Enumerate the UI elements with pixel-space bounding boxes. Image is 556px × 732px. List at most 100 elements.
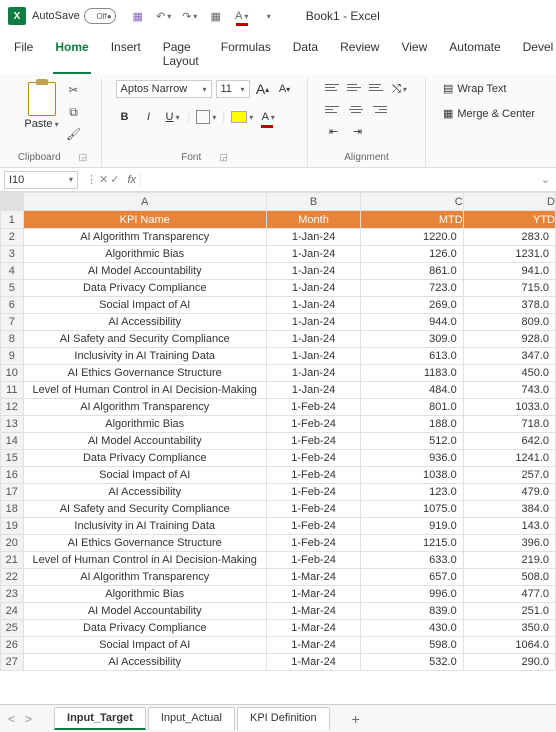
cell[interactable]: 1033.0 [463,399,555,416]
cell[interactable]: 309.0 [361,331,464,348]
cell[interactable]: AI Model Accountability [23,603,266,620]
row-header-24[interactable]: 24 [1,603,24,620]
cell[interactable]: 283.0 [463,229,555,246]
row-header-20[interactable]: 20 [1,535,24,552]
save-icon[interactable]: ▦ [130,8,146,24]
col-header-A[interactable]: A [23,193,266,211]
cell[interactable]: 715.0 [463,280,555,297]
row-header-3[interactable]: 3 [1,246,24,263]
row-header-6[interactable]: 6 [1,297,24,314]
menu-tab-review[interactable]: Review [338,36,381,74]
font-color-button[interactable]: A▾ [259,108,277,126]
cell[interactable]: 1-Mar-24 [266,637,360,654]
cell[interactable]: Algorithmic Bias [23,586,266,603]
grid-icon[interactable]: ▦ [208,8,224,24]
cell[interactable]: AI Accessibility [23,314,266,331]
format-painter-icon[interactable]: 🖌 [65,126,83,142]
clipboard-dialog-icon[interactable]: ◲ [79,152,88,163]
formula-expand-icon[interactable]: ⌄ [535,173,556,186]
row-header-13[interactable]: 13 [1,416,24,433]
row-header-8[interactable]: 8 [1,331,24,348]
cell[interactable]: 484.0 [361,382,464,399]
header-cell[interactable]: MTD [361,211,464,229]
cell[interactable]: 123.0 [361,484,464,501]
sheet-tab-kpi-definition[interactable]: KPI Definition [237,707,330,730]
cell[interactable]: 1-Mar-24 [266,569,360,586]
row-header-23[interactable]: 23 [1,586,24,603]
cell[interactable]: 1-Mar-24 [266,603,360,620]
cell[interactable]: 1-Jan-24 [266,263,360,280]
font-name-combo[interactable]: Aptos Narrow▾ [116,80,212,98]
sheet-tab-input-actual[interactable]: Input_Actual [148,707,235,730]
cell[interactable]: 801.0 [361,399,464,416]
cell[interactable]: 396.0 [463,535,555,552]
cell[interactable]: 1220.0 [361,229,464,246]
cell[interactable]: AI Ethics Governance Structure [23,365,266,382]
cell[interactable]: 941.0 [463,263,555,280]
row-header-4[interactable]: 4 [1,263,24,280]
cell[interactable]: 723.0 [361,280,464,297]
qat-more-icon[interactable]: ▾ [260,8,276,24]
cell[interactable]: 1038.0 [361,467,464,484]
cell[interactable]: 1-Mar-24 [266,586,360,603]
cell[interactable]: 1-Feb-24 [266,450,360,467]
cell[interactable]: 1-Mar-24 [266,654,360,671]
cancel-formula-icon[interactable]: ✕ [99,173,108,186]
cell[interactable]: 633.0 [361,552,464,569]
cell[interactable]: 944.0 [361,314,464,331]
menu-tab-data[interactable]: Data [291,36,320,74]
cell[interactable]: 1075.0 [361,501,464,518]
cell[interactable]: 1-Feb-24 [266,552,360,569]
cell[interactable]: 477.0 [463,586,555,603]
row-header-15[interactable]: 15 [1,450,24,467]
cell[interactable]: 1-Feb-24 [266,518,360,535]
underline-button[interactable]: U▾ [164,108,182,126]
sheet-tab-input-target[interactable]: Input_Target [54,707,146,730]
cell[interactable]: Algorithmic Bias [23,246,266,263]
row-header-11[interactable]: 11 [1,382,24,399]
cell[interactable]: AI Ethics Governance Structure [23,535,266,552]
cell[interactable]: 1-Feb-24 [266,416,360,433]
cell[interactable]: 347.0 [463,348,555,365]
cell[interactable]: 251.0 [463,603,555,620]
header-cell[interactable]: YTD [463,211,555,229]
cell[interactable]: Level of Human Control in AI Decision-Ma… [23,552,266,569]
col-header-D[interactable]: D [463,193,555,211]
cell[interactable]: 384.0 [463,501,555,518]
cell[interactable]: 1231.0 [463,246,555,263]
copy-icon[interactable]: ⧉ [65,104,83,120]
cell[interactable]: 219.0 [463,552,555,569]
cell[interactable]: Data Privacy Compliance [23,450,266,467]
col-header-B[interactable]: B [266,193,360,211]
increase-font-icon[interactable]: A▴ [254,80,272,98]
fill-color-button[interactable]: ▾ [231,108,253,126]
cell[interactable]: Social Impact of AI [23,637,266,654]
decrease-font-icon[interactable]: A▾ [276,80,294,98]
cell[interactable]: 508.0 [463,569,555,586]
cell[interactable]: 718.0 [463,416,555,433]
cell[interactable]: 188.0 [361,416,464,433]
cell[interactable]: 861.0 [361,263,464,280]
menu-tab-view[interactable]: View [399,36,429,74]
cell[interactable]: 1241.0 [463,450,555,467]
formula-input[interactable] [140,172,535,188]
cell[interactable]: 512.0 [361,433,464,450]
merge-center-button[interactable]: ▦Merge & Center [443,105,535,122]
row-header-5[interactable]: 5 [1,280,24,297]
cell[interactable]: 1-Jan-24 [266,297,360,314]
cell[interactable]: 1-Jan-24 [266,280,360,297]
autosave-toggle[interactable]: AutoSave Off ● [32,8,116,24]
cell[interactable]: 450.0 [463,365,555,382]
font-color-qat-icon[interactable]: A▾ [234,8,250,24]
cell[interactable]: 642.0 [463,433,555,450]
cell[interactable]: 936.0 [361,450,464,467]
cell[interactable]: 1064.0 [463,637,555,654]
row-header-18[interactable]: 18 [1,501,24,518]
row-header-19[interactable]: 19 [1,518,24,535]
namebox-expand-icon[interactable]: ⋮ [86,173,97,186]
cell[interactable]: 378.0 [463,297,555,314]
menu-tab-home[interactable]: Home [53,36,90,74]
cell[interactable]: AI Algorithm Transparency [23,229,266,246]
cell[interactable]: 928.0 [463,331,555,348]
cell[interactable]: 613.0 [361,348,464,365]
